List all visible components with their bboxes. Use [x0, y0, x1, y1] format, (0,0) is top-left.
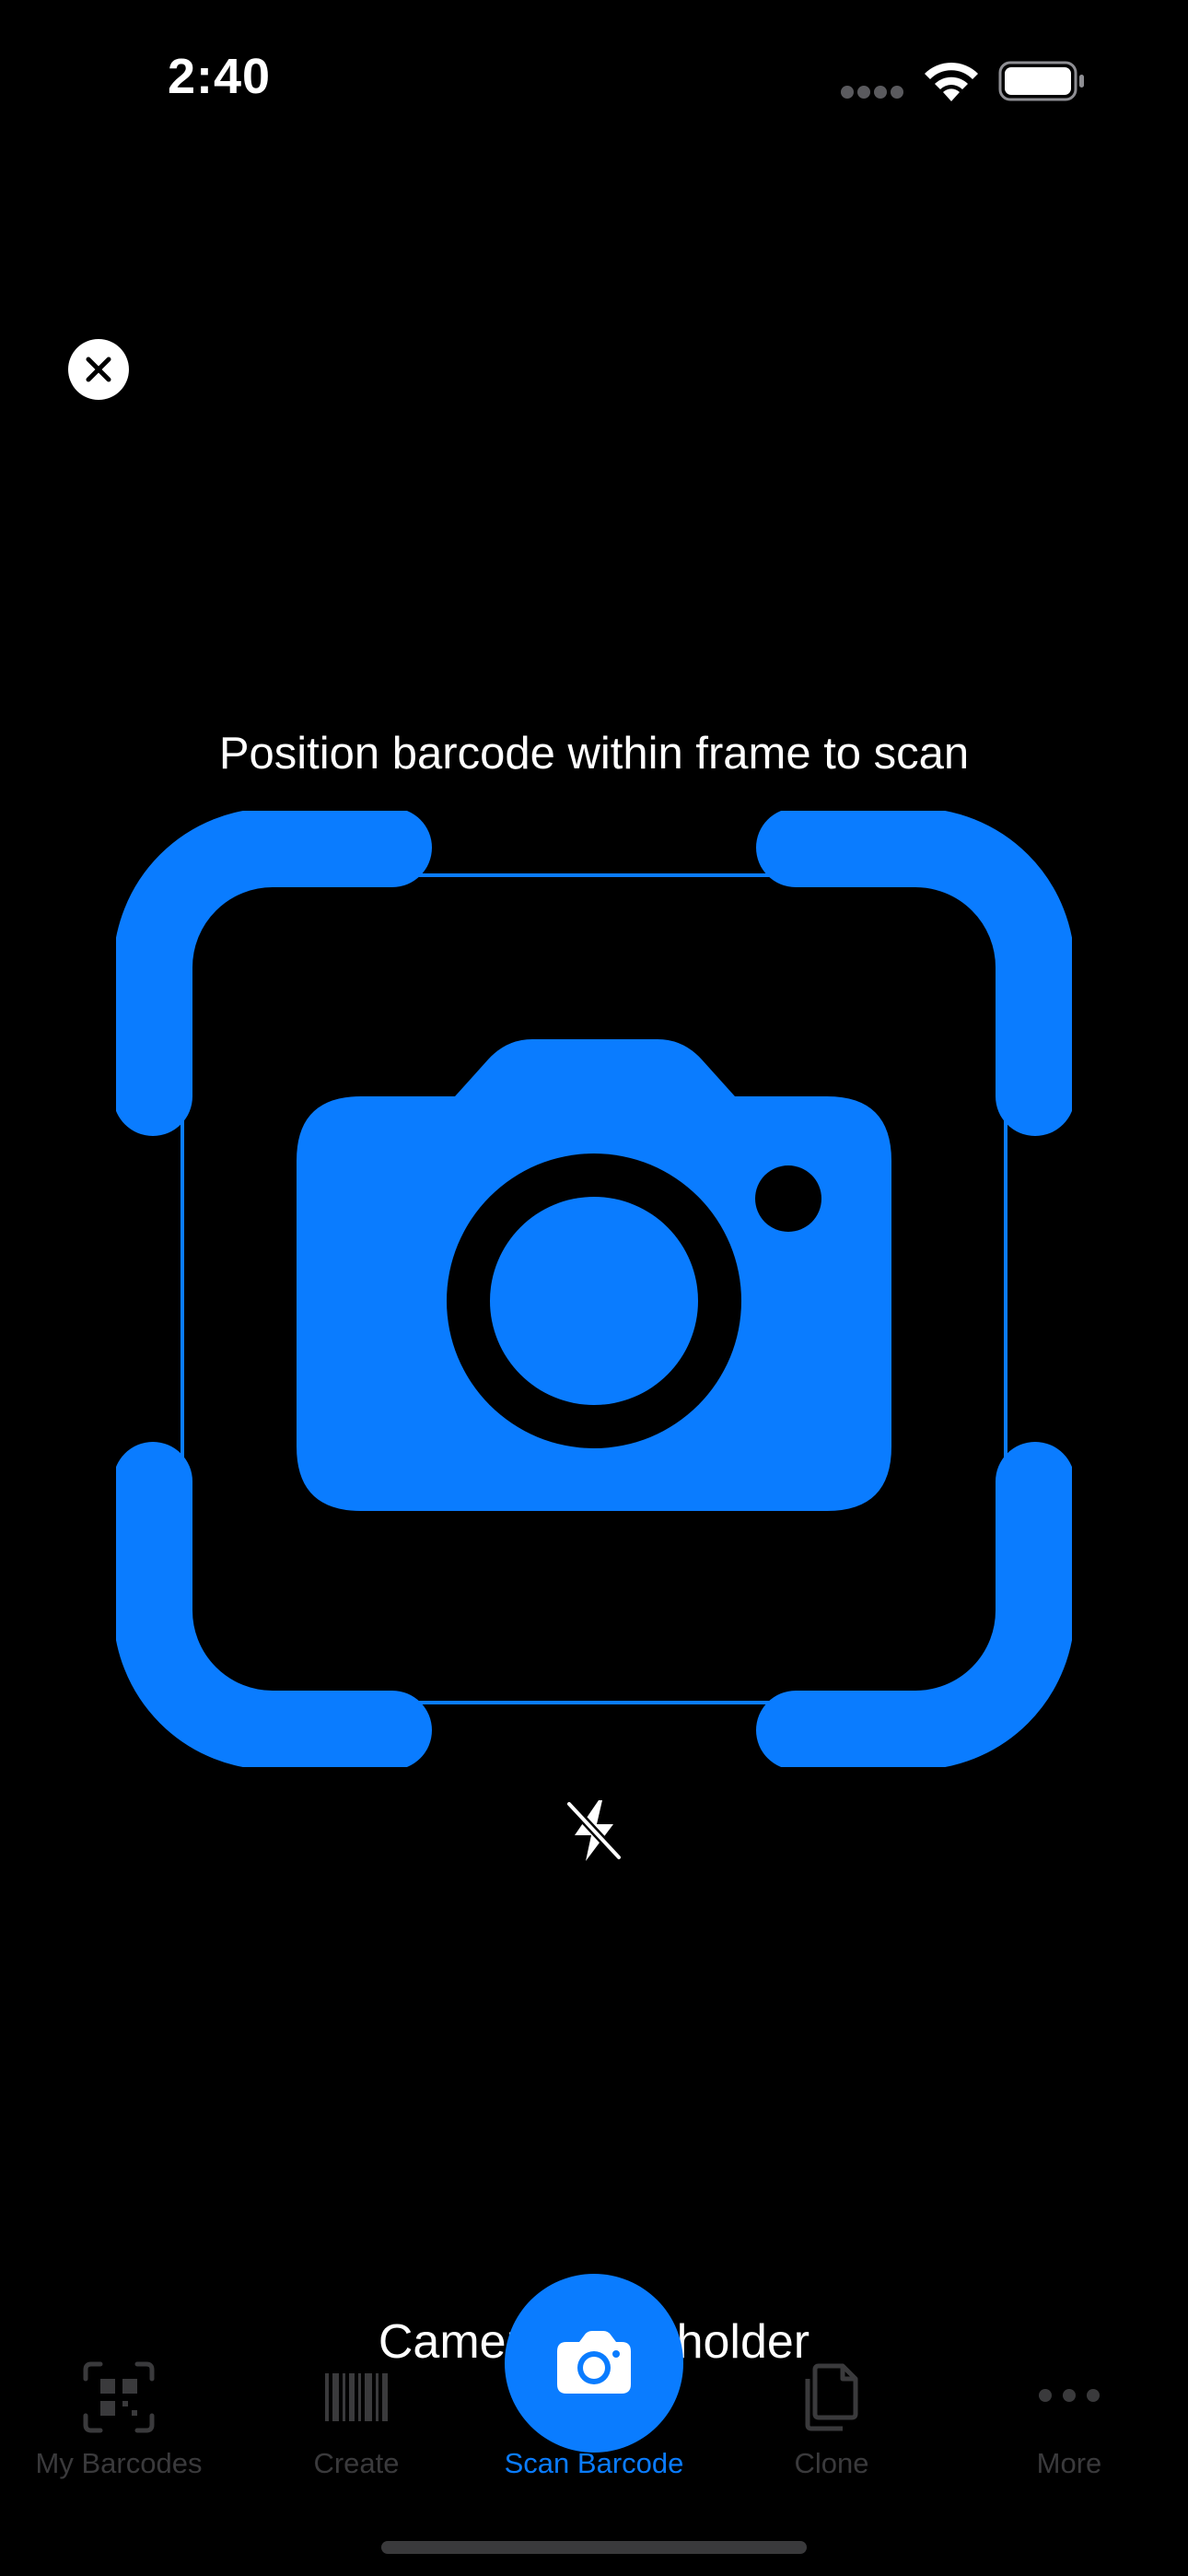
camera-icon [557, 2331, 631, 2394]
wifi-icon [925, 62, 978, 101]
tab-more[interactable]: More [950, 2340, 1188, 2488]
status-time: 2:40 [168, 49, 272, 104]
tab-clone[interactable]: Clone [713, 2340, 950, 2488]
close-icon [86, 357, 111, 382]
ellipsis-icon [1039, 2389, 1100, 2402]
camera-icon [297, 1039, 891, 1511]
qr-code-icon [83, 2361, 155, 2433]
tab-label: My Barcodes [35, 2447, 203, 2479]
signal-dots-icon [841, 86, 903, 99]
home-indicator [381, 2541, 807, 2554]
battery-icon [998, 61, 1084, 101]
close-button[interactable] [68, 339, 129, 400]
barcode-icon [325, 2373, 388, 2421]
status-bar: 2:40 [0, 0, 1188, 157]
flash-off-icon [565, 1799, 623, 1862]
tab-my-barcodes[interactable]: My Barcodes [0, 2340, 238, 2488]
tab-create[interactable]: Create [238, 2340, 475, 2488]
tab-label: Create [313, 2447, 400, 2479]
tab-label: Clone [794, 2447, 869, 2479]
tab-label: More [1036, 2447, 1102, 2479]
documents-icon [805, 2363, 858, 2431]
flash-toggle-button[interactable] [562, 1797, 626, 1865]
scan-instruction: Position barcode within frame to scan [218, 729, 970, 779]
scan-barcode-button[interactable] [505, 2274, 683, 2453]
